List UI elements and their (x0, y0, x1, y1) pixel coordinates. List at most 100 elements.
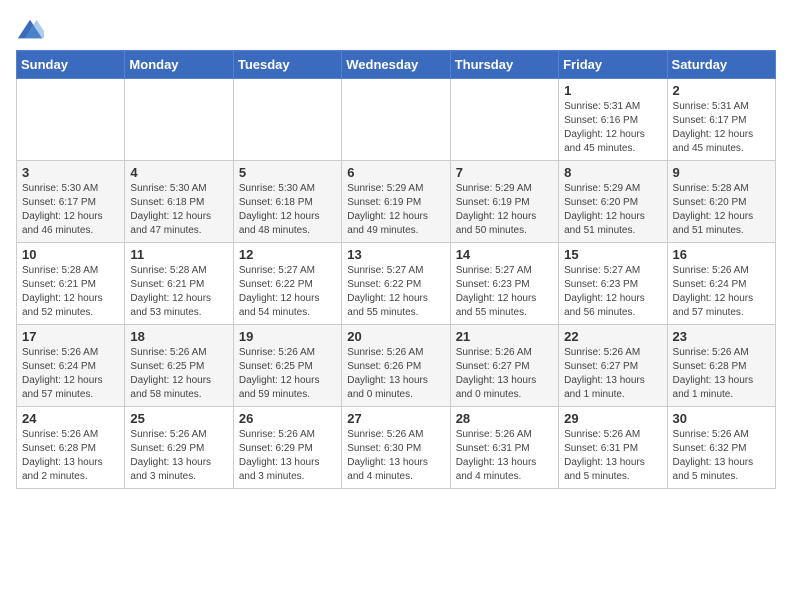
calendar-cell: 2Sunrise: 5:31 AM Sunset: 6:17 PM Daylig… (667, 79, 775, 161)
calendar-cell: 11 Sunrise: 5:28 AM Sunset: 6:21 PM Dayli… (125, 243, 233, 325)
weekday-header-row: SundayMondayTuesdayWednesdayThursdayFrid… (17, 51, 776, 79)
day-info: Sunrise: 5:29 AM Sunset: 6:19 PM Dayligh… (456, 182, 553, 238)
calendar-cell: 19Sunrise: 5:26 AM Sunset: 6:25 PM Dayli… (233, 325, 341, 407)
calendar-cell: 13 Sunrise: 5:27 AM Sunset: 6:22 PM Dayli… (342, 243, 450, 325)
header (16, 16, 776, 44)
day-info: Sunrise: 5:31 AM Sunset: 6:17 PM Dayligh… (673, 100, 770, 156)
calendar-week-row: 24Sunrise: 5:26 AM Sunset: 6:28 PM Dayli… (17, 407, 776, 489)
day-number: 3 (22, 165, 119, 180)
weekday-header-wednesday: Wednesday (342, 51, 450, 79)
calendar-cell: 8 Sunrise: 5:29 AM Sunset: 6:20 PM Daylig… (559, 161, 667, 243)
day-info: Sunrise: 5:31 AM Sunset: 6:16 PM Dayligh… (564, 100, 661, 156)
calendar-cell: 12Sunrise: 5:27 AM Sunset: 6:22 PM Dayli… (233, 243, 341, 325)
calendar-cell: 28Sunrise: 5:26 AM Sunset: 6:31 PM Dayli… (450, 407, 558, 489)
weekday-header-friday: Friday (559, 51, 667, 79)
calendar-cell: 30 Sunrise: 5:26 AM Sunset: 6:32 PM Dayli… (667, 407, 775, 489)
calendar-cell: 21 Sunrise: 5:26 AM Sunset: 6:27 PM Dayli… (450, 325, 558, 407)
day-number: 7 (456, 165, 553, 180)
day-number: 20 (347, 329, 444, 344)
calendar-cell: 23Sunrise: 5:26 AM Sunset: 6:28 PM Dayli… (667, 325, 775, 407)
day-number: 6 (347, 165, 444, 180)
day-info: Sunrise: 5:26 AM Sunset: 6:31 PM Dayligh… (564, 428, 661, 484)
day-info: Sunrise: 5:26 AM Sunset: 6:26 PM Dayligh… (347, 346, 444, 402)
weekday-header-saturday: Saturday (667, 51, 775, 79)
day-number: 10 (22, 247, 119, 262)
calendar-cell: 20 Sunrise: 5:26 AM Sunset: 6:26 PM Dayli… (342, 325, 450, 407)
calendar-cell: 9 Sunrise: 5:28 AM Sunset: 6:20 PM Daylig… (667, 161, 775, 243)
day-number: 16 (673, 247, 770, 262)
day-info: Sunrise: 5:26 AM Sunset: 6:29 PM Dayligh… (130, 428, 227, 484)
calendar-cell: 6 Sunrise: 5:29 AM Sunset: 6:19 PM Daylig… (342, 161, 450, 243)
day-number: 13 (347, 247, 444, 262)
day-info: Sunrise: 5:28 AM Sunset: 6:20 PM Dayligh… (673, 182, 770, 238)
calendar-table: SundayMondayTuesdayWednesdayThursdayFrid… (16, 50, 776, 489)
day-info: Sunrise: 5:29 AM Sunset: 6:20 PM Dayligh… (564, 182, 661, 238)
day-info: Sunrise: 5:26 AM Sunset: 6:24 PM Dayligh… (22, 346, 119, 402)
day-number: 1 (564, 83, 661, 98)
day-number: 24 (22, 411, 119, 426)
day-info: Sunrise: 5:30 AM Sunset: 6:18 PM Dayligh… (239, 182, 336, 238)
day-number: 8 (564, 165, 661, 180)
day-info: Sunrise: 5:26 AM Sunset: 6:31 PM Dayligh… (456, 428, 553, 484)
weekday-header-sunday: Sunday (17, 51, 125, 79)
day-number: 29 (564, 411, 661, 426)
day-number: 22 (564, 329, 661, 344)
calendar-cell: 18 Sunrise: 5:26 AM Sunset: 6:25 PM Dayli… (125, 325, 233, 407)
calendar-cell (450, 79, 558, 161)
calendar-cell (125, 79, 233, 161)
day-info: Sunrise: 5:29 AM Sunset: 6:19 PM Dayligh… (347, 182, 444, 238)
day-info: Sunrise: 5:28 AM Sunset: 6:21 PM Dayligh… (22, 264, 119, 320)
day-info: Sunrise: 5:30 AM Sunset: 6:17 PM Dayligh… (22, 182, 119, 238)
calendar-cell: 4Sunrise: 5:30 AM Sunset: 6:18 PM Daylig… (125, 161, 233, 243)
day-number: 9 (673, 165, 770, 180)
calendar-cell: 24Sunrise: 5:26 AM Sunset: 6:28 PM Dayli… (17, 407, 125, 489)
day-number: 4 (130, 165, 227, 180)
day-info: Sunrise: 5:27 AM Sunset: 6:22 PM Dayligh… (239, 264, 336, 320)
logo-icon (16, 16, 44, 44)
day-number: 21 (456, 329, 553, 344)
calendar-cell: 22 Sunrise: 5:26 AM Sunset: 6:27 PM Dayli… (559, 325, 667, 407)
day-info: Sunrise: 5:26 AM Sunset: 6:27 PM Dayligh… (456, 346, 553, 402)
logo (16, 16, 48, 44)
day-info: Sunrise: 5:26 AM Sunset: 6:24 PM Dayligh… (673, 264, 770, 320)
calendar-week-row: 10 Sunrise: 5:28 AM Sunset: 6:21 PM Dayli… (17, 243, 776, 325)
day-info: Sunrise: 5:27 AM Sunset: 6:23 PM Dayligh… (456, 264, 553, 320)
calendar-week-row: 3 Sunrise: 5:30 AM Sunset: 6:17 PM Daylig… (17, 161, 776, 243)
weekday-header-monday: Monday (125, 51, 233, 79)
day-info: Sunrise: 5:26 AM Sunset: 6:30 PM Dayligh… (347, 428, 444, 484)
calendar-body: 1 Sunrise: 5:31 AM Sunset: 6:16 PM Daylig… (17, 79, 776, 489)
calendar-cell: 14Sunrise: 5:27 AM Sunset: 6:23 PM Dayli… (450, 243, 558, 325)
day-number: 19 (239, 329, 336, 344)
calendar-cell: 29 Sunrise: 5:26 AM Sunset: 6:31 PM Dayli… (559, 407, 667, 489)
day-info: Sunrise: 5:26 AM Sunset: 6:32 PM Dayligh… (673, 428, 770, 484)
calendar-header: SundayMondayTuesdayWednesdayThursdayFrid… (17, 51, 776, 79)
calendar-week-row: 17 Sunrise: 5:26 AM Sunset: 6:24 PM Dayli… (17, 325, 776, 407)
calendar-cell (233, 79, 341, 161)
day-info: Sunrise: 5:26 AM Sunset: 6:25 PM Dayligh… (130, 346, 227, 402)
day-number: 30 (673, 411, 770, 426)
calendar-cell: 25Sunrise: 5:26 AM Sunset: 6:29 PM Dayli… (125, 407, 233, 489)
calendar-cell: 3 Sunrise: 5:30 AM Sunset: 6:17 PM Daylig… (17, 161, 125, 243)
calendar-cell (17, 79, 125, 161)
day-number: 11 (130, 247, 227, 262)
calendar-cell: 5 Sunrise: 5:30 AM Sunset: 6:18 PM Daylig… (233, 161, 341, 243)
calendar-cell: 15 Sunrise: 5:27 AM Sunset: 6:23 PM Dayli… (559, 243, 667, 325)
day-number: 17 (22, 329, 119, 344)
calendar-cell: 17 Sunrise: 5:26 AM Sunset: 6:24 PM Dayli… (17, 325, 125, 407)
weekday-header-tuesday: Tuesday (233, 51, 341, 79)
day-info: Sunrise: 5:27 AM Sunset: 6:22 PM Dayligh… (347, 264, 444, 320)
day-number: 18 (130, 329, 227, 344)
day-number: 27 (347, 411, 444, 426)
day-info: Sunrise: 5:28 AM Sunset: 6:21 PM Dayligh… (130, 264, 227, 320)
calendar-cell: 16 Sunrise: 5:26 AM Sunset: 6:24 PM Dayli… (667, 243, 775, 325)
day-info: Sunrise: 5:27 AM Sunset: 6:23 PM Dayligh… (564, 264, 661, 320)
day-number: 15 (564, 247, 661, 262)
day-info: Sunrise: 5:26 AM Sunset: 6:27 PM Dayligh… (564, 346, 661, 402)
calendar-week-row: 1 Sunrise: 5:31 AM Sunset: 6:16 PM Daylig… (17, 79, 776, 161)
day-number: 23 (673, 329, 770, 344)
day-number: 5 (239, 165, 336, 180)
calendar-cell: 7 Sunrise: 5:29 AM Sunset: 6:19 PM Daylig… (450, 161, 558, 243)
calendar-cell: 26Sunrise: 5:26 AM Sunset: 6:29 PM Dayli… (233, 407, 341, 489)
day-number: 26 (239, 411, 336, 426)
weekday-header-thursday: Thursday (450, 51, 558, 79)
